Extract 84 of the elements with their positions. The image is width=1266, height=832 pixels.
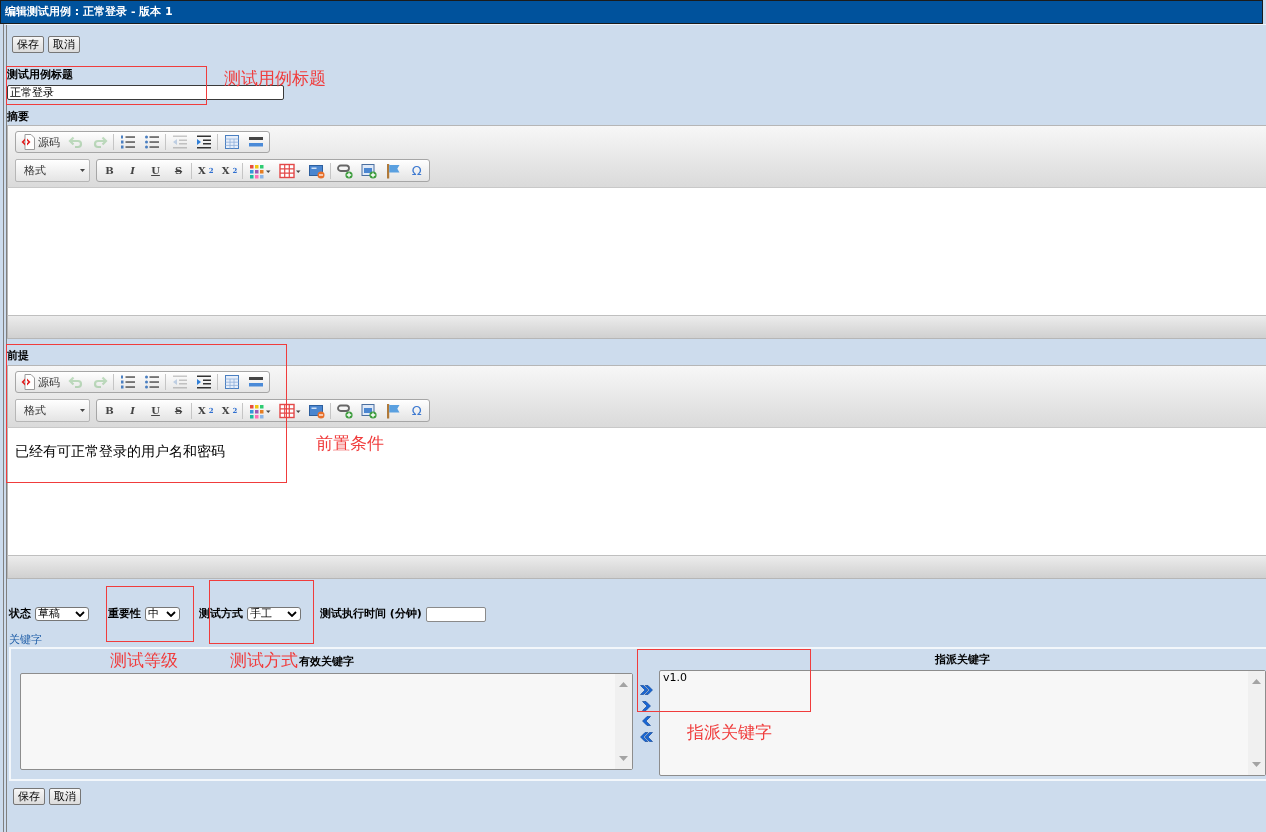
annotation-label: 测试等级 xyxy=(110,650,178,670)
scroll-down-icon[interactable] xyxy=(619,756,628,761)
scrollbar[interactable] xyxy=(615,674,632,769)
bold-button[interactable]: B xyxy=(98,401,121,420)
scroll-up-icon[interactable] xyxy=(1252,679,1261,684)
keyword-list[interactable] xyxy=(20,673,633,770)
redo-icon xyxy=(92,374,108,390)
format-dropdown[interactable]: 格式 xyxy=(15,399,90,422)
input-field[interactable] xyxy=(425,606,486,622)
strikethrough-button[interactable]: S xyxy=(167,161,190,180)
numbered-list-icon xyxy=(120,374,136,390)
picture-icon xyxy=(309,402,326,419)
underline-button[interactable]: U xyxy=(144,161,167,180)
bulleted-list-icon xyxy=(144,374,160,390)
picture-icon xyxy=(309,162,326,179)
indent-icon xyxy=(196,374,212,390)
section-label: 摘要 xyxy=(7,111,29,123)
grid-icon xyxy=(224,374,240,390)
numbered-list-icon xyxy=(120,134,136,150)
scroll-down-icon[interactable] xyxy=(1252,762,1261,767)
color-grid-icon xyxy=(249,402,272,419)
italic-button[interactable]: I xyxy=(121,401,144,420)
italic-button[interactable]: I xyxy=(121,161,144,180)
outdent-icon xyxy=(172,134,188,150)
scroll-up-icon[interactable] xyxy=(619,682,628,687)
field-label: 测试用例标题 xyxy=(7,69,73,81)
undo-icon xyxy=(68,374,84,390)
frame-add-icon xyxy=(361,402,378,419)
special-character-button[interactable]: Ω xyxy=(405,401,429,420)
code-page-icon xyxy=(21,134,35,150)
caret-icon xyxy=(80,169,85,172)
flag-icon xyxy=(385,162,402,179)
list-item[interactable]: v1.0 xyxy=(662,672,688,684)
caret-icon xyxy=(80,409,85,412)
dropdown[interactable]: 中 xyxy=(145,607,180,621)
link-add-icon xyxy=(337,402,354,419)
annotation-label: 测试方式 xyxy=(230,650,298,670)
horizontal-line-icon xyxy=(248,134,264,150)
grid-icon xyxy=(224,134,240,150)
list-heading: 指派关键字 xyxy=(935,654,990,666)
source-button[interactable]: 源码 xyxy=(17,133,64,151)
section-label: 关键字 xyxy=(9,634,42,646)
save-button[interactable]: 保存 xyxy=(12,36,44,53)
field-label: 状态 xyxy=(9,608,31,620)
chevron-down-icon xyxy=(287,611,297,617)
frame-add-icon xyxy=(361,162,378,179)
annotation-label: 测试用例标题 xyxy=(224,68,326,88)
flag-icon xyxy=(385,402,402,419)
bold-button[interactable]: B xyxy=(98,161,121,180)
color-grid-icon xyxy=(249,162,272,179)
dropdown[interactable]: 草稿 xyxy=(35,607,89,621)
underline-button[interactable]: U xyxy=(144,401,167,420)
bulleted-list-icon xyxy=(144,134,160,150)
save-button[interactable]: 保存 xyxy=(13,788,45,805)
redo-icon xyxy=(92,134,108,150)
undo-icon xyxy=(68,134,84,150)
double-chevron-left-icon[interactable] xyxy=(640,730,653,743)
window-title: 编辑测试用例 : 正常登录 - 版本 1 xyxy=(0,0,1263,24)
strikethrough-button[interactable]: S xyxy=(167,401,190,420)
annotation-label: 指派关键字 xyxy=(687,722,772,742)
cancel-button[interactable]: 取消 xyxy=(48,36,80,53)
cancel-button[interactable]: 取消 xyxy=(49,788,81,805)
double-chevron-right-icon[interactable] xyxy=(640,684,653,696)
indent-icon xyxy=(196,134,212,150)
link-add-icon xyxy=(337,162,354,179)
field-label: 重要性 xyxy=(108,608,141,620)
chevron-left-icon[interactable] xyxy=(640,715,653,727)
dropdown[interactable]: 手工 xyxy=(247,607,301,621)
special-character-button[interactable]: Ω xyxy=(405,161,429,180)
scrollbar[interactable] xyxy=(1248,671,1265,775)
format-dropdown[interactable]: 格式 xyxy=(15,159,90,182)
chevron-down-icon xyxy=(166,611,176,617)
chevron-down-icon xyxy=(75,611,85,617)
code-page-icon xyxy=(21,374,35,390)
list-heading: 有效关键字 xyxy=(299,656,354,668)
table-icon xyxy=(279,402,302,419)
chevron-right-icon[interactable] xyxy=(640,699,653,712)
source-button[interactable]: 源码 xyxy=(17,373,64,391)
section-label: 前提 xyxy=(7,350,29,362)
horizontal-line-icon xyxy=(248,374,264,390)
outdent-icon xyxy=(172,374,188,390)
field-label: 测试执行时间 (分钟) xyxy=(320,608,422,620)
table-icon xyxy=(279,162,302,179)
annotation-label: 前置条件 xyxy=(316,433,384,453)
